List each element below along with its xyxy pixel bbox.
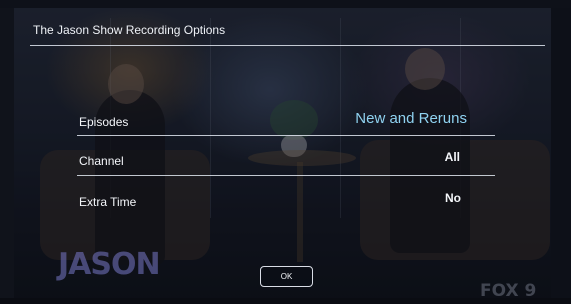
screen-bezel-right bbox=[551, 0, 571, 304]
option-value: All bbox=[444, 150, 460, 164]
option-label: Episodes bbox=[79, 115, 129, 129]
screen-bezel-bottom bbox=[0, 298, 571, 304]
screen-bezel-top bbox=[0, 0, 571, 8]
show-logo: JASON bbox=[58, 247, 161, 282]
option-value: New and Reruns bbox=[355, 110, 467, 127]
row-divider bbox=[77, 175, 495, 176]
option-value: No bbox=[445, 191, 461, 205]
screen-bezel-left bbox=[0, 0, 14, 304]
ok-button[interactable]: OK bbox=[260, 266, 313, 287]
tv-screen: JASON FOX 9 The Jason Show Recording Opt… bbox=[0, 0, 571, 304]
dialog-title: The Jason Show Recording Options bbox=[33, 23, 226, 37]
option-label: Channel bbox=[79, 154, 124, 168]
title-divider bbox=[30, 45, 545, 46]
option-label: Extra Time bbox=[79, 195, 137, 209]
row-divider bbox=[77, 135, 495, 136]
